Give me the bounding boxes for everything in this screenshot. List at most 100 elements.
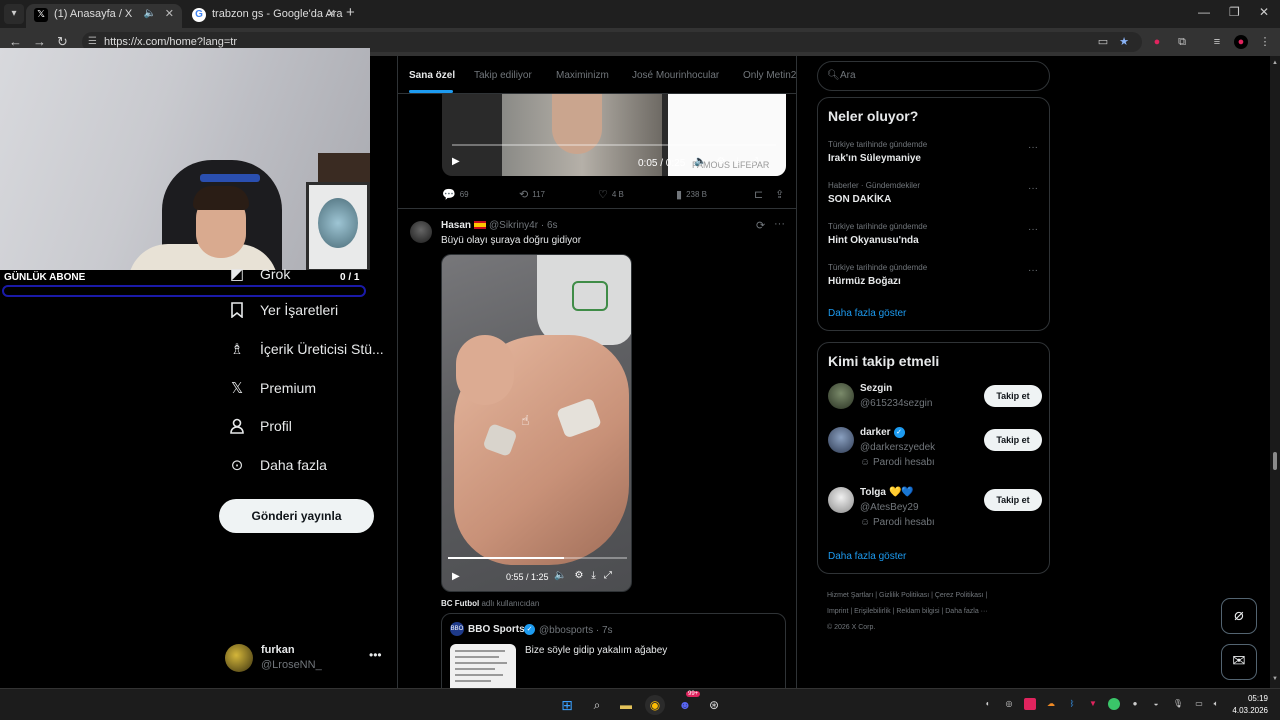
play-icon[interactable]: ▶ [452, 571, 460, 582]
repost-button[interactable]: ⟲ 117 [519, 188, 545, 201]
nav-item-bookmarks[interactable]: Yer İşaretleri [220, 292, 346, 328]
follow-button[interactable]: Takip et [984, 429, 1042, 451]
scrollbar[interactable]: ▲ ▼ [1270, 56, 1280, 688]
scroll-down-icon[interactable]: ▼ [1272, 676, 1278, 682]
new-tab-icon[interactable]: + [346, 4, 355, 21]
account-switcher[interactable]: furkan @LroseNN_ ••• [225, 640, 385, 680]
forward-icon[interactable]: → [33, 34, 46, 49]
like-button[interactable]: ♡ 4 B [598, 188, 624, 201]
nav-item-premium[interactable]: 𝕏 Premium [220, 370, 324, 406]
tray-icon[interactable]: ☁ [1045, 698, 1057, 710]
back-icon[interactable]: ← [9, 34, 22, 49]
minimize-icon[interactable]: — [1198, 5, 1210, 19]
post-video[interactable]: FAMOUS LIFEPAR ▶ 0:05 / 0:25 🔈⚙⤓⤢ [442, 94, 786, 176]
avatar[interactable] [410, 221, 432, 243]
media-icon[interactable]: ≡ [1210, 35, 1224, 49]
tray-icon[interactable] [1024, 698, 1036, 710]
trend-item[interactable]: Haberler · Gündemdekiler SON DAKİKA ··· [828, 181, 1038, 205]
chrome-icon[interactable]: ◉ [645, 695, 665, 715]
menu-icon[interactable]: ⋮ [1258, 35, 1272, 49]
maximize-icon[interactable]: ❐ [1229, 5, 1240, 19]
video-controls[interactable]: 🔈⚙⤓⤢ [694, 156, 768, 167]
quote-context-name[interactable]: BC Futbol [441, 599, 479, 608]
close-tab-icon[interactable]: ✕ [165, 4, 174, 24]
post-time[interactable]: 6s [547, 220, 558, 231]
post-button[interactable]: Gönderi yayınla [219, 499, 374, 533]
reply-button[interactable]: 💬 69 [442, 188, 469, 201]
scroll-thumb[interactable] [1273, 452, 1277, 470]
tray-icon[interactable] [1108, 698, 1120, 710]
follow-button[interactable]: Takip et [984, 489, 1042, 511]
close-window-icon[interactable]: ✕ [1259, 5, 1269, 19]
windows-start-icon[interactable]: ⊞ [557, 695, 577, 715]
grok-fab-icon[interactable]: ⌀ [1221, 598, 1257, 634]
bookmark-button[interactable]: ⊏ [754, 188, 763, 201]
star-icon[interactable]: ★ [1117, 35, 1131, 49]
follow-suggestion[interactable]: Tolga 💛💙 @AtesBey29 ☺ Parodi hesabı Takip… [828, 487, 1042, 531]
nav-item-profile[interactable]: Profil [220, 408, 300, 444]
extension-red-icon[interactable]: ● [1150, 35, 1164, 49]
search-icon[interactable]: ⌕ [587, 695, 607, 715]
more-icon[interactable]: ··· [1028, 224, 1038, 235]
tray-icon[interactable]: ● [1129, 698, 1141, 710]
scroll-up-icon[interactable]: ▲ [1272, 60, 1278, 66]
video-controls[interactable]: 🔈⚙⤓⤢ [554, 570, 620, 581]
more-icon[interactable]: ··· [1028, 265, 1038, 276]
file-explorer-icon[interactable]: ▬ [616, 695, 636, 715]
video-progress-bar[interactable] [452, 144, 776, 146]
tray-icon[interactable]: ◎ [1003, 698, 1015, 710]
grok-icon[interactable]: ⟳ [756, 219, 765, 232]
follow-suggestion[interactable]: Sezgin @615234sezgin Takip et [828, 383, 1042, 427]
footer-line[interactable]: Imprint | Erişilebilirlik | Reklam bilgi… [827, 604, 1057, 620]
repost-count: 117 [532, 190, 545, 199]
follow-suggestion[interactable]: darker ✓ @darkerszyedek ☺ Parodi hesabı T… [828, 427, 1042, 471]
speaker-icon[interactable]: 🔈 [144, 4, 156, 24]
microphone-icon[interactable]: 🎙︎ [1172, 698, 1184, 710]
tab-for-you[interactable]: Sana özel [409, 70, 455, 81]
profile-avatar-icon[interactable]: ● [1234, 35, 1248, 49]
tab-only-metin2[interactable]: Only Metin2 [743, 70, 796, 81]
tray-icon[interactable]: ◒ [1150, 698, 1162, 710]
cast-icon[interactable]: ▭ [1096, 35, 1110, 49]
network-icon[interactable]: ▭ [1193, 698, 1205, 710]
nav-item-creator-studio[interactable]: ♗ İçerik Üreticisi Stü... [220, 331, 392, 367]
browser-tab-google[interactable]: G trabzon gs - Google'da Ara ✕ [184, 4, 344, 28]
more-icon[interactable]: ··· [1028, 183, 1038, 194]
post-video[interactable]: ▶ 0:55 / 1:25 🔈⚙⤓⤢ [441, 254, 632, 592]
post-author-name[interactable]: Hasan [441, 220, 471, 231]
volume-icon[interactable]: 🔈︎ [1210, 698, 1222, 710]
follow-button[interactable]: Takip et [984, 385, 1042, 407]
tab-jose-mourinhocular[interactable]: José Mourinhocular [632, 70, 719, 81]
more-icon[interactable]: ··· [774, 218, 785, 230]
discord-icon[interactable]: ☻ [675, 695, 695, 715]
messages-fab-icon[interactable]: ✉ [1221, 644, 1257, 680]
nav-item-grok[interactable]: ◩ Grok [220, 256, 298, 292]
tab-maximinizm[interactable]: Maximinizm [556, 70, 609, 81]
tray-icon[interactable]: ◐ [982, 698, 994, 710]
footer-line[interactable]: Hizmet Şartları | Gizlilik Politikası | … [827, 588, 1057, 604]
play-icon[interactable]: ▶ [452, 156, 460, 167]
tray-icon[interactable]: ▼ [1087, 698, 1099, 710]
views-button[interactable]: ▮ 238 B [676, 188, 707, 201]
close-tab-icon[interactable]: ✕ [327, 4, 336, 24]
bluetooth-icon[interactable]: ᛒ [1066, 698, 1078, 710]
trend-item[interactable]: Türkiye tarihinde gündemde Hürmüz Boğazı… [828, 263, 1038, 287]
extensions-icon[interactable]: ⧉ [1175, 35, 1189, 49]
more-icon[interactable]: ••• [369, 648, 382, 662]
tab-following[interactable]: Takip ediliyor [474, 70, 532, 81]
trend-item[interactable]: Türkiye tarihinde gündemde Hint Okyanusu… [828, 222, 1038, 246]
browser-tab-x[interactable]: 𝕏 (1) Anasayfa / X 🔈 ✕ [26, 4, 182, 28]
clock[interactable]: 05:19 4.03.2026 [1228, 693, 1268, 717]
steam-icon[interactable]: ⊛ [704, 695, 724, 715]
search-input[interactable]: 🔍︎ Ara [817, 61, 1050, 91]
post-author-handle[interactable]: @Sikriny4r [489, 220, 538, 231]
tab-search-button[interactable]: ▾ [4, 4, 24, 24]
trend-item[interactable]: Türkiye tarihinde gündemde Irak'ın Süley… [828, 140, 1038, 164]
more-icon[interactable]: ··· [1028, 142, 1038, 153]
trends-show-more-link[interactable]: Daha fazla göster [828, 308, 906, 319]
nav-item-more[interactable]: ⊙ Daha fazla [220, 447, 335, 483]
follow-show-more-link[interactable]: Daha fazla göster [828, 551, 906, 562]
share-button[interactable]: ⇪ [775, 188, 784, 201]
quoted-post[interactable]: BBO BBO Sports ✓ @bbosports · 7s Bize sö… [441, 613, 786, 688]
video-progress-bar[interactable] [448, 557, 627, 559]
